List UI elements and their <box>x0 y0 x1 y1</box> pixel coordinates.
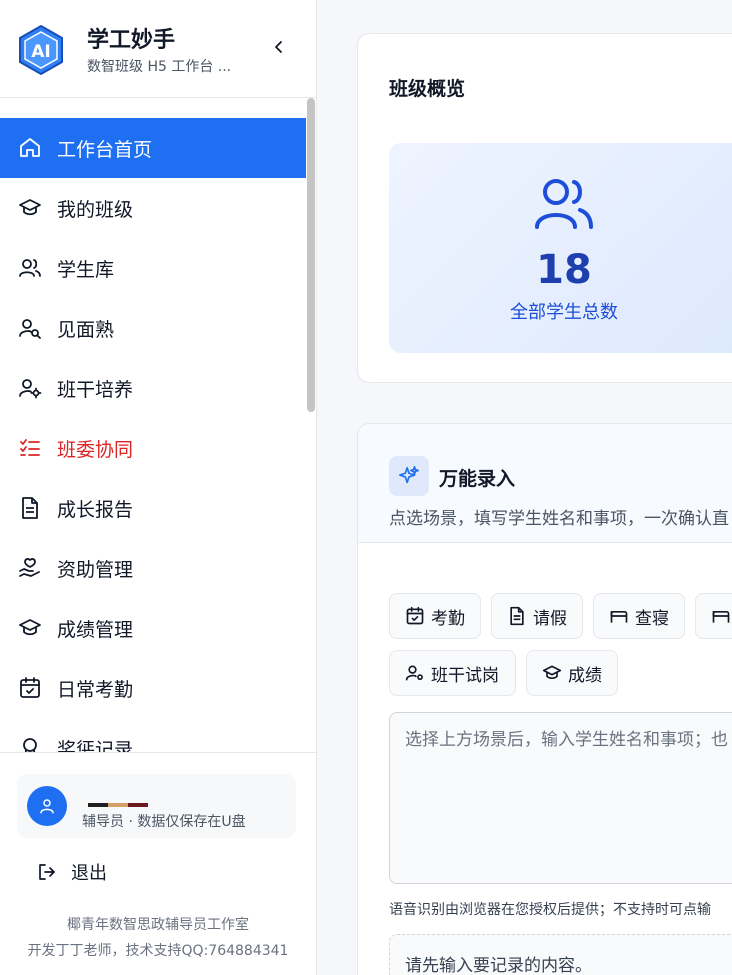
sidebar-item-label: 班干培养 <box>57 378 134 401</box>
chip-label: 查寝 <box>635 608 669 629</box>
total-students-label: 全部学生总数 <box>510 302 618 323</box>
user-name-redacted <box>88 803 148 807</box>
users-icon <box>535 179 593 229</box>
chip-grades[interactable]: 成绩 <box>526 650 618 696</box>
scrollbar-thumb[interactable] <box>307 98 315 412</box>
logout-icon <box>39 864 55 880</box>
sidebar-item-meet[interactable]: 见面熟 <box>0 298 306 358</box>
sidebar-item-grades[interactable]: 成绩管理 <box>0 598 306 658</box>
user-cog-icon <box>405 663 425 683</box>
sidebar-item-my-class[interactable]: 我的班级 <box>0 178 306 238</box>
logout-label: 退出 <box>71 863 107 884</box>
file-text-icon <box>18 496 42 520</box>
user-role: 辅导员 · 数据仅保存在U盘 <box>82 814 246 830</box>
chip-label: 成绩 <box>568 665 602 686</box>
quick-entry-title: 万能录入 <box>439 468 516 490</box>
user-cog-icon <box>18 376 42 400</box>
quick-entry-description: 点选场景，填写学生姓名和事项，一次确认直 <box>389 509 729 529</box>
bed-icon <box>609 606 629 626</box>
home-icon <box>18 136 42 160</box>
chip-label: 班干试岗 <box>431 665 499 686</box>
sidebar-item-label: 奖惩记录 <box>57 738 134 753</box>
brand-header: AI 学工妙手 数智班级 H5 工作台 ... <box>0 0 316 98</box>
hand-heart-icon <box>18 556 42 580</box>
calendar-check-icon <box>18 676 42 700</box>
sidebar-nav: 工作台首页 我的班级 学生库 见面熟 班干培养 班委协同 成长报告 资助管理 成… <box>0 118 306 752</box>
sidebar-item-cadre-training[interactable]: 班干培养 <box>0 358 306 418</box>
chip-dorm-check[interactable]: 查寝 <box>593 593 685 639</box>
sidebar-item-label: 班委协同 <box>57 438 134 461</box>
sidebar: AI 学工妙手 数智班级 H5 工作台 ... 工作台首页 我的班级 学生库 见… <box>0 0 317 975</box>
file-text-icon <box>507 606 527 626</box>
sidebar-item-label: 工作台首页 <box>57 138 153 161</box>
total-students-stat[interactable]: 18 全部学生总数 <box>389 143 732 353</box>
main-content: 班级概览 18 全部学生总数 万能录入 点选场景，填写学生姓名和事项，一次确认直 <box>317 0 732 975</box>
sidebar-item-rewards[interactable]: 奖惩记录 <box>0 718 306 752</box>
sidebar-item-label: 我的班级 <box>57 198 134 221</box>
sidebar-item-financial-aid[interactable]: 资助管理 <box>0 538 306 598</box>
chevron-left-icon <box>275 41 282 53</box>
chip-attendance[interactable]: 考勤 <box>389 593 481 639</box>
user-icon <box>40 799 54 814</box>
user-search-icon <box>18 316 42 340</box>
sidebar-item-home[interactable]: 工作台首页 <box>0 118 306 178</box>
collapse-sidebar-button[interactable] <box>268 36 290 58</box>
chip-label: 请假 <box>533 608 567 629</box>
sparkles-icon <box>399 466 419 484</box>
quick-entry-card: 万能录入 点选场景，填写学生姓名和事项，一次确认直 考勤 请假 查寝 班干试岗 … <box>357 423 732 975</box>
voice-hint: 语音识别由浏览器在您授权后提供；不支持时可点输 <box>389 902 711 918</box>
graduation-cap-icon <box>542 663 562 683</box>
sidebar-item-label: 学生库 <box>57 258 115 281</box>
sidebar-item-label: 成长报告 <box>57 498 134 521</box>
sidebar-item-label: 资助管理 <box>57 558 134 581</box>
sidebar-item-committee[interactable]: 班委协同 <box>0 418 306 478</box>
entry-textarea[interactable]: 选择上方场景后，输入学生姓名和事项；也 <box>389 712 732 884</box>
graduation-cap-icon <box>18 616 42 640</box>
app-subtitle: 数智班级 H5 工作台 ... <box>87 59 232 75</box>
logo-text: AI <box>31 42 50 62</box>
calendar-check-icon <box>405 606 425 626</box>
sidebar-item-label: 成绩管理 <box>57 618 134 641</box>
overview-title: 班级概览 <box>389 78 466 100</box>
graduation-cap-icon <box>18 196 42 220</box>
award-icon <box>18 736 42 752</box>
list-checks-icon <box>18 436 42 460</box>
chip-dorm-2[interactable] <box>695 593 732 639</box>
sidebar-item-growth-report[interactable]: 成长报告 <box>0 478 306 538</box>
sidebar-item-student-library[interactable]: 学生库 <box>0 238 306 298</box>
avatar <box>27 786 67 826</box>
sidebar-item-label: 日常考勤 <box>57 678 134 701</box>
chip-label: 考勤 <box>431 608 465 629</box>
bed-icon <box>711 606 731 626</box>
ai-logo-icon: AI <box>19 24 63 76</box>
logout-button[interactable]: 退出 <box>37 860 107 884</box>
footer-support: 开发丁丁老师，技术支持QQ:764884341 <box>27 943 289 959</box>
class-overview-card: 班级概览 18 全部学生总数 <box>357 33 732 383</box>
sidebar-scrollbar[interactable] <box>306 98 316 412</box>
record-content-input[interactable]: 请先输入要记录的内容。 <box>389 934 732 975</box>
quick-entry-header: 万能录入 点选场景，填写学生姓名和事项，一次确认直 <box>358 424 732 543</box>
sparkles-icon-box <box>389 456 429 496</box>
users-icon <box>18 256 42 280</box>
chip-leave[interactable]: 请假 <box>491 593 583 639</box>
user-card[interactable]: 辅导员 · 数据仅保存在U盘 <box>17 774 296 838</box>
sidebar-item-attendance[interactable]: 日常考勤 <box>0 658 306 718</box>
app-title: 学工妙手 <box>87 28 176 53</box>
chip-cadre-trial[interactable]: 班干试岗 <box>389 650 516 696</box>
total-students-count: 18 <box>536 247 592 293</box>
sidebar-footer: 辅导员 · 数据仅保存在U盘 退出 椰青年数智思政辅导员工作室 开发丁丁老师，技… <box>0 752 316 975</box>
footer-studio: 椰青年数智思政辅导员工作室 <box>67 917 249 933</box>
sidebar-item-label: 见面熟 <box>57 318 115 341</box>
